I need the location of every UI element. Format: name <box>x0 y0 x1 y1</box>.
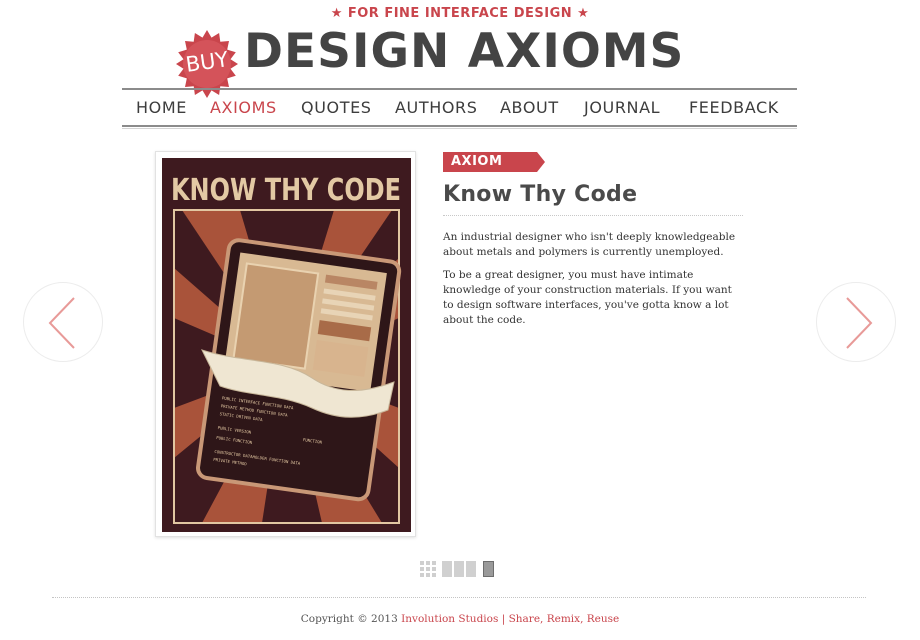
poster-illustration: KNOW THY CODE PUBLIC INTERFACE FUNCTION … <box>162 158 411 532</box>
article-paragraph: An industrial designer who isn't deeply … <box>443 231 736 258</box>
nav-item-authors[interactable]: AUTHORS <box>395 98 478 117</box>
main-nav: HOME AXIOMS QUOTES AUTHORS ABOUT JOURNAL… <box>122 92 797 124</box>
article-paragraph: To be a great designer, you must have in… <box>443 269 732 326</box>
article-title: Know Thy Code <box>443 182 638 207</box>
nav-item-quotes[interactable]: QUOTES <box>301 98 372 117</box>
copyright-text: Copyright © 2013 <box>300 613 398 625</box>
tagline: ★ FOR FINE INTERFACE DESIGN ★ <box>330 6 590 21</box>
axiom-poster[interactable]: KNOW THY CODE PUBLIC INTERFACE FUNCTION … <box>155 151 416 537</box>
nav-bottom-rule <box>122 125 797 129</box>
logo[interactable]: BUY DESIGN AXIOMS <box>172 24 692 98</box>
title-divider <box>443 215 743 216</box>
nav-item-feedback[interactable]: FEEDBACK <box>689 98 779 117</box>
nav-item-journal[interactable]: JOURNAL <box>584 98 660 117</box>
chevron-right-icon <box>846 297 873 349</box>
view-switcher <box>420 561 500 577</box>
next-axiom-button[interactable] <box>816 282 896 362</box>
nav-item-about[interactable]: ABOUT <box>500 98 559 117</box>
previous-axiom-button[interactable] <box>23 282 103 362</box>
grid-view-icon[interactable] <box>420 561 436 577</box>
filmstrip-view-icon[interactable] <box>442 561 476 577</box>
nav-item-home[interactable]: HOME <box>136 98 187 117</box>
footer-divider <box>52 597 866 598</box>
footer: Copyright © 2013 Involution Studios | Sh… <box>0 613 920 625</box>
share-remix-reuse-link[interactable]: Share, Remix, Reuse <box>509 613 620 625</box>
site-title: DESIGN AXIOMS <box>244 24 685 79</box>
nav-top-rule <box>122 88 797 90</box>
involution-studios-link[interactable]: Involution Studios <box>401 613 498 625</box>
axiom-tag-label: AXIOM <box>451 154 503 169</box>
single-view-icon[interactable] <box>483 561 494 577</box>
nav-item-axioms[interactable]: AXIOMS <box>210 98 277 117</box>
poster-headline: KNOW THY CODE <box>171 173 401 208</box>
axiom-tag: AXIOM <box>443 152 545 172</box>
footer-separator: | <box>501 613 506 625</box>
chevron-left-icon <box>48 297 75 349</box>
